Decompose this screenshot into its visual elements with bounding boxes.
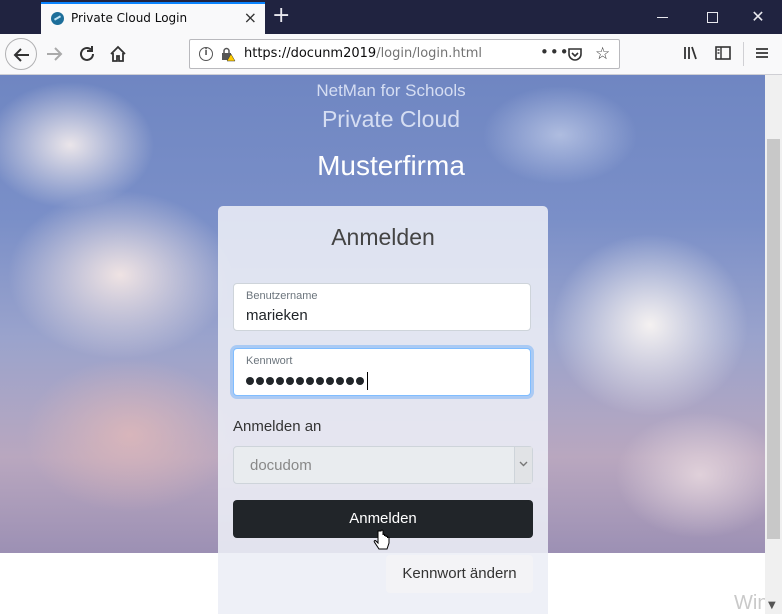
vertical-scrollbar[interactable]: ▼ (765, 75, 782, 614)
password-field[interactable]: Kennwort (233, 348, 531, 396)
url-host: https://docunm2019 (244, 46, 377, 61)
lock-warning-icon[interactable] (220, 46, 236, 62)
sidebar-icon[interactable] (714, 44, 732, 62)
page-actions-icon[interactable]: ••• (540, 43, 570, 61)
password-dot (326, 377, 334, 385)
reload-icon[interactable] (77, 44, 97, 64)
back-icon (13, 48, 29, 62)
domain-select[interactable]: docudom (233, 446, 533, 484)
product-name: Private Cloud (321, 106, 461, 132)
toolbar-separator (743, 42, 744, 66)
minimize-button[interactable] (640, 6, 686, 28)
password-dot (296, 377, 304, 385)
favicon-icon (51, 12, 64, 25)
tab-title: Private Cloud Login (71, 11, 188, 25)
navigation-toolbar: i https://docunm2019/login/login.html ••… (0, 34, 782, 75)
username-label: Benutzername (246, 290, 318, 302)
text-caret (367, 372, 368, 390)
password-dot (336, 377, 344, 385)
password-dot (286, 377, 294, 385)
home-icon[interactable] (108, 44, 128, 64)
maximize-button[interactable] (690, 6, 736, 28)
password-dot (356, 377, 364, 385)
browser-tab[interactable]: Private Cloud Login × (41, 2, 265, 34)
password-dot (246, 377, 254, 385)
star-icon[interactable]: ☆ (595, 44, 610, 64)
password-dot (316, 377, 324, 385)
back-button[interactable] (5, 38, 37, 70)
new-tab-button[interactable]: + (272, 3, 290, 29)
menu-icon[interactable] (753, 44, 771, 62)
username-field[interactable]: Benutzername marieken (233, 283, 531, 331)
close-tab-icon[interactable]: × (244, 7, 257, 29)
username-value: marieken (246, 307, 308, 324)
password-dot (276, 377, 284, 385)
scroll-down-icon[interactable]: ▼ (768, 600, 776, 611)
url-path: /login/login.html (376, 46, 483, 61)
password-label: Kennwort (246, 355, 293, 367)
login-card: Anmelden Benutzername marieken Kennwort … (218, 206, 548, 614)
domain-value: docudom (250, 457, 312, 474)
domain-label: Anmelden an (233, 418, 322, 435)
change-password-button[interactable]: Kennwort ändern (386, 555, 533, 593)
login-title: Anmelden (331, 224, 435, 250)
password-dot (306, 377, 314, 385)
product-line: NetMan for Schools (316, 81, 466, 100)
password-dot (256, 377, 264, 385)
password-dot (346, 377, 354, 385)
password-dot (266, 377, 274, 385)
company-name: Musterfirma (317, 150, 465, 181)
chevron-down-icon (519, 461, 528, 467)
web-page: NetMan for Schools Private Cloud Musterf… (0, 75, 782, 614)
tab-strip: Private Cloud Login × + ✕ (0, 0, 782, 34)
library-icon[interactable] (682, 44, 700, 62)
window-close-button[interactable]: ✕ (735, 6, 781, 28)
url-text[interactable]: https://docunm2019/login/login.html (244, 46, 482, 61)
forward-icon[interactable] (44, 44, 64, 64)
pocket-icon[interactable] (567, 46, 583, 62)
dropdown-arrow[interactable] (514, 447, 532, 483)
password-mask (246, 372, 368, 390)
address-bar[interactable]: i https://docunm2019/login/login.html ••… (189, 39, 620, 69)
hand-cursor-icon (373, 529, 390, 550)
info-icon[interactable]: i (199, 47, 213, 61)
scrollbar-thumb[interactable] (767, 139, 780, 539)
